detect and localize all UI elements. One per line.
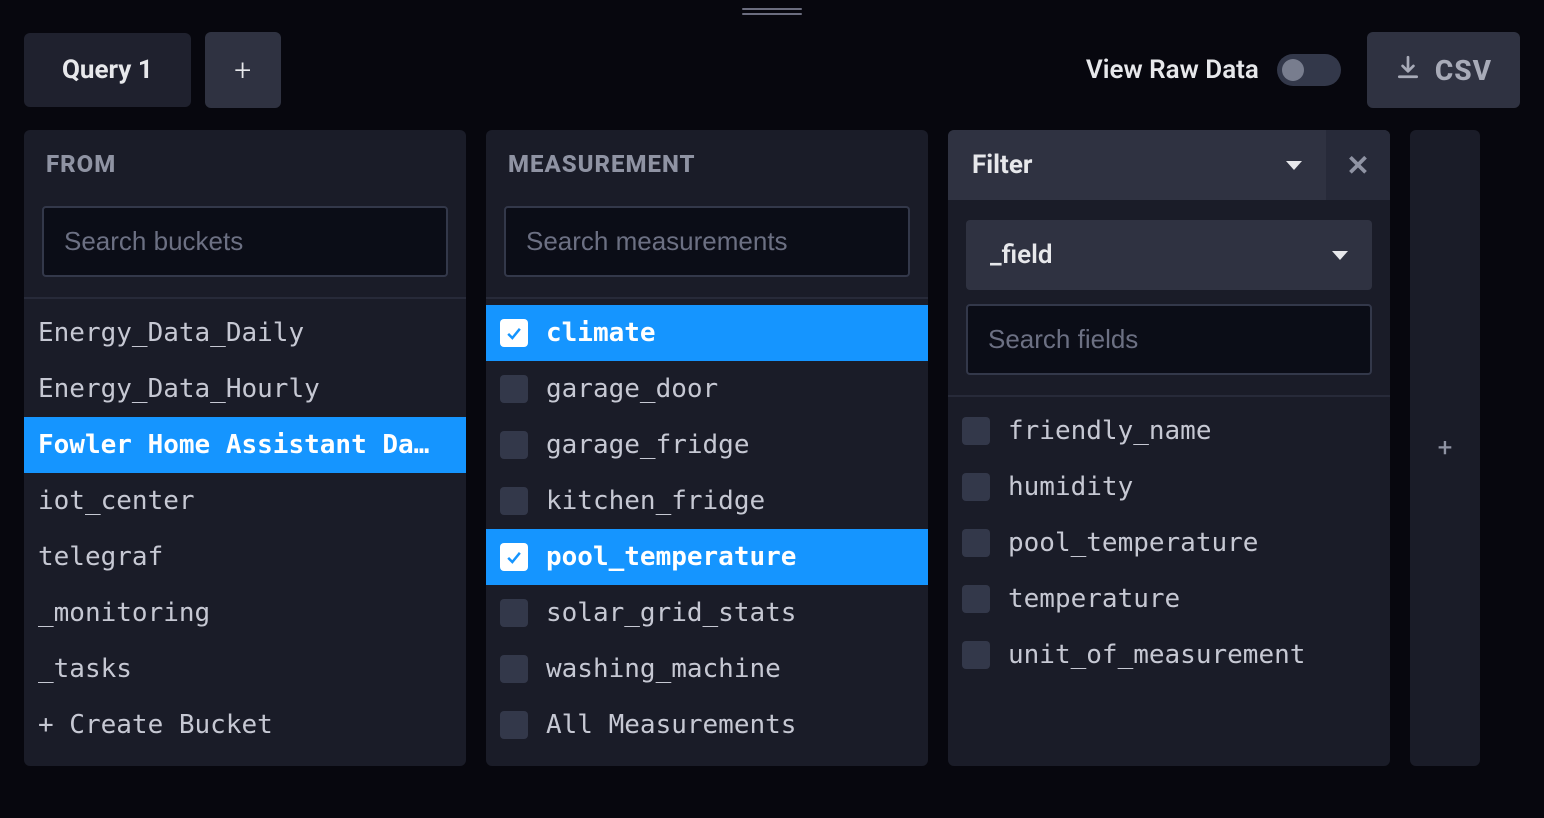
view-raw-data-toggle[interactable] xyxy=(1277,54,1341,86)
measurement-item[interactable]: pool_temperature xyxy=(486,529,928,585)
checkbox-icon xyxy=(962,641,990,669)
checkbox-icon xyxy=(500,487,528,515)
bucket-item-label: iot_center xyxy=(38,486,195,516)
measurement-item[interactable]: washing_machine xyxy=(486,641,928,697)
csv-label: CSV xyxy=(1435,54,1492,87)
plus-icon: + xyxy=(1438,433,1453,463)
checkbox-icon xyxy=(962,417,990,445)
add-filter-column-button[interactable]: + xyxy=(1410,130,1480,766)
bucket-item-label: Energy_Data_Hourly xyxy=(38,374,320,404)
checkbox-icon xyxy=(500,375,528,403)
plus-icon: + xyxy=(234,53,251,88)
field-key-dropdown[interactable]: _field xyxy=(966,220,1372,290)
close-icon: ✕ xyxy=(1346,149,1369,182)
measurement-item-label: climate xyxy=(546,318,656,348)
measurement-list: climate garage_door garage_fridge kitchen_f… xyxy=(486,299,928,766)
field-item-label: unit_of_measurement xyxy=(1008,640,1305,670)
bucket-item-label: _monitoring xyxy=(38,598,210,628)
search-buckets-input[interactable] xyxy=(42,206,448,277)
field-item-label: friendly_name xyxy=(1008,416,1212,446)
field-item[interactable]: humidity xyxy=(948,459,1390,515)
query-tab-1[interactable]: Query 1 xyxy=(24,33,191,107)
bucket-item[interactable]: telegraf xyxy=(24,529,466,585)
field-item[interactable]: unit_of_measurement xyxy=(948,627,1390,683)
measurement-item-label: All Measurements xyxy=(546,710,796,740)
measurement-item[interactable]: kitchen_fridge xyxy=(486,473,928,529)
field-item-label: humidity xyxy=(1008,472,1133,502)
measurement-item-label: pool_temperature xyxy=(546,542,796,572)
bucket-item[interactable]: _monitoring xyxy=(24,585,466,641)
create-bucket-button[interactable]: + Create Bucket xyxy=(24,697,466,753)
field-item[interactable]: friendly_name xyxy=(948,403,1390,459)
measurement-item-label: washing_machine xyxy=(546,654,781,684)
add-query-tab-button[interactable]: + xyxy=(205,32,281,108)
measurement-item[interactable]: garage_fridge xyxy=(486,417,928,473)
from-panel: From Energy_Data_Daily Energy_Data_Hourly… xyxy=(24,130,466,766)
measurement-panel: Measurement climate garage_door garage_fri… xyxy=(486,130,928,766)
field-list: friendly_name humidity pool_temperaturetem… xyxy=(948,397,1390,766)
bucket-item[interactable]: _tasks xyxy=(24,641,466,697)
filter-panel: Filter ✕ _field friendly_name humidity poo… xyxy=(948,130,1390,766)
checkbox-icon xyxy=(962,585,990,613)
checkbox-icon xyxy=(500,319,528,347)
field-item[interactable]: pool_temperature xyxy=(948,515,1390,571)
search-fields-input[interactable] xyxy=(966,304,1372,375)
bucket-item-label: telegraf xyxy=(38,542,163,572)
bucket-item-label: Energy_Data_Daily xyxy=(38,318,304,348)
measurement-item-label: garage_fridge xyxy=(546,430,750,460)
measurement-item[interactable]: garage_door xyxy=(486,361,928,417)
filter-panel-header: Filter ✕ xyxy=(948,130,1390,200)
field-item-label: pool_temperature xyxy=(1008,528,1258,558)
bucket-item[interactable]: Energy_Data_Daily xyxy=(24,305,466,361)
query-tab-label: Query 1 xyxy=(62,55,153,85)
bucket-item-label: _tasks xyxy=(38,654,132,684)
bucket-item[interactable]: Fowler Home Assistant Da… xyxy=(24,417,466,473)
filter-type-dropdown[interactable]: Filter xyxy=(948,130,1326,200)
export-csv-button[interactable]: CSV xyxy=(1367,32,1520,108)
measurement-item-label: solar_grid_stats xyxy=(546,598,796,628)
resize-handle[interactable] xyxy=(742,8,802,14)
filter-type-label: Filter xyxy=(972,150,1032,180)
bucket-list: Energy_Data_Daily Energy_Data_Hourly Fowle… xyxy=(24,299,466,766)
field-item-label: temperature xyxy=(1008,584,1180,614)
chevron-down-icon xyxy=(1286,161,1302,170)
checkbox-icon xyxy=(500,543,528,571)
checkbox-icon xyxy=(500,599,528,627)
query-tabs-bar: Query 1 + View Raw Data CSV xyxy=(24,32,1520,108)
measurement-panel-title: Measurement xyxy=(486,130,928,186)
bucket-item[interactable]: iot_center xyxy=(24,473,466,529)
measurement-item-label: kitchen_fridge xyxy=(546,486,765,516)
measurement-item[interactable]: climate xyxy=(486,305,928,361)
remove-filter-button[interactable]: ✕ xyxy=(1326,130,1390,200)
create-bucket-label: + Create Bucket xyxy=(38,710,273,740)
bucket-item-label: Fowler Home Assistant Da… xyxy=(38,430,429,460)
checkbox-icon xyxy=(500,655,528,683)
view-raw-data-label: View Raw Data xyxy=(1086,55,1259,85)
download-icon xyxy=(1395,54,1421,87)
chevron-down-icon xyxy=(1332,251,1348,260)
from-panel-title: From xyxy=(24,130,466,186)
checkbox-icon xyxy=(500,431,528,459)
field-key-label: _field xyxy=(990,240,1053,270)
checkbox-icon xyxy=(962,473,990,501)
field-item[interactable]: temperature xyxy=(948,571,1390,627)
toggle-knob xyxy=(1282,59,1304,81)
measurement-item-label: garage_door xyxy=(546,374,718,404)
checkbox-icon xyxy=(500,711,528,739)
query-builder: From Energy_Data_Daily Energy_Data_Hourly… xyxy=(24,130,1520,766)
checkbox-icon xyxy=(962,529,990,557)
measurement-item[interactable]: All Measurements xyxy=(486,697,928,753)
bucket-item[interactable]: Energy_Data_Hourly xyxy=(24,361,466,417)
search-measurements-input[interactable] xyxy=(504,206,910,277)
measurement-item[interactable]: solar_grid_stats xyxy=(486,585,928,641)
